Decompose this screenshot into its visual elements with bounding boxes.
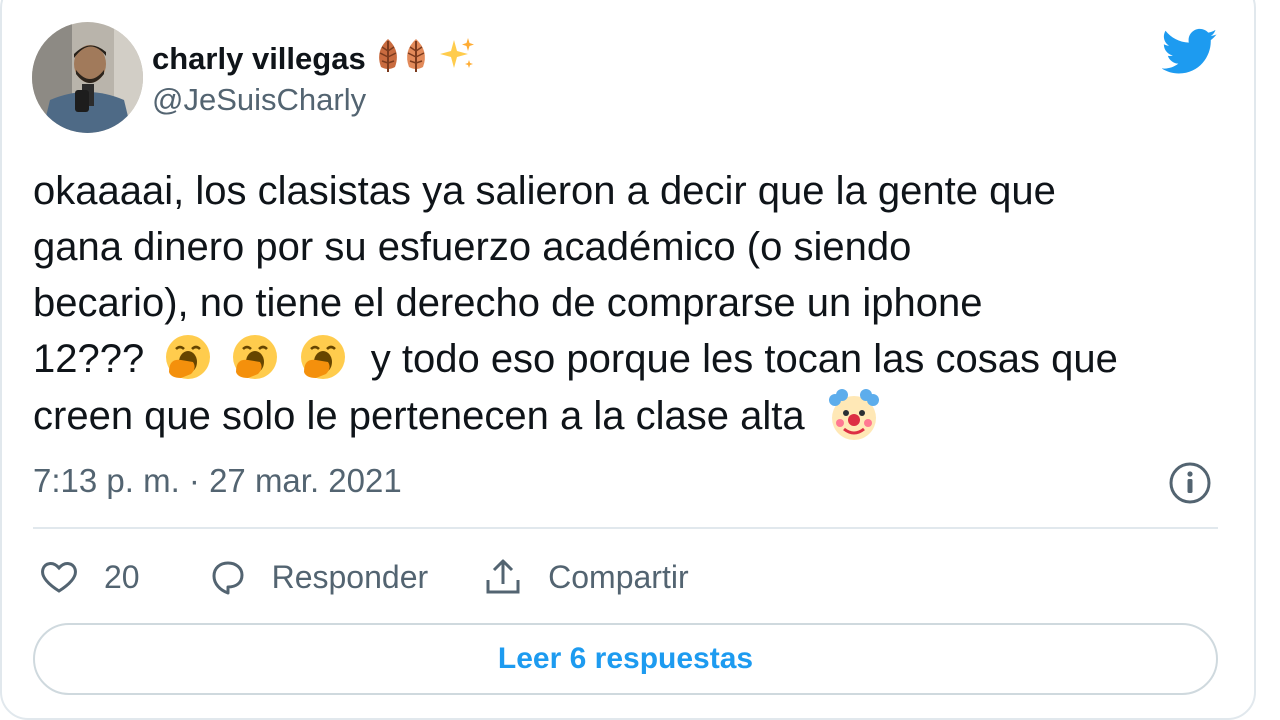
tweet-line-emoji: 12??? y todo eso porque les tocan las co… (33, 331, 1233, 387)
divider (33, 527, 1218, 529)
tweet-timestamp[interactable]: 7:13 p. m. · 27 mar. 2021 (33, 462, 402, 500)
author-name-text: charly villegas (152, 41, 366, 76)
tweet-line-segment: creen que solo le pertenecen a la clase … (33, 394, 805, 438)
tweet-line-segment: y todo eso porque les tocan las cosas qu… (370, 337, 1118, 381)
tweet-line: okaaaai, los clasistas ya salieron a dec… (33, 169, 1056, 213)
read-replies-button[interactable]: Leer 6 respuestas (33, 623, 1218, 695)
heart-icon (41, 562, 77, 593)
tweet-line-emoji: creen que solo le pertenecen a la clase … (33, 387, 1233, 444)
author-handle[interactable]: @JeSuisCharly (152, 82, 366, 118)
reply-label: Responder (271, 558, 429, 595)
share-button[interactable]: Compartir (482, 556, 689, 598)
reply-button[interactable]: Responder (206, 556, 429, 598)
tweet-text: okaaaai, los clasistas ya salieron a dec… (33, 163, 1233, 444)
sparkles-emoji (438, 36, 476, 82)
clown-face-emoji (828, 389, 879, 440)
tweet-actions: 20 Responder Compartir (38, 553, 689, 601)
leaf-emoji (402, 37, 430, 81)
like-button[interactable]: 20 (38, 556, 140, 598)
tweet-line-segment: 12??? (33, 337, 145, 381)
yawning-face-emoji (233, 335, 278, 379)
leaf-emoji (374, 37, 402, 81)
tweet-line: becario), no tiene el derecho de comprar… (33, 281, 983, 325)
like-count: 20 (104, 558, 140, 595)
yawning-face-emoji (166, 335, 211, 379)
share-label: Compartir (548, 558, 689, 595)
share-icon (486, 559, 520, 594)
info-icon[interactable] (1168, 461, 1212, 505)
reply-bubble-icon (212, 561, 244, 595)
tweet-line: gana dinero por su esfuerzo académico (o… (33, 225, 912, 269)
twitter-bird-icon[interactable] (1161, 28, 1218, 76)
read-replies-label: Leer 6 respuestas (497, 642, 754, 675)
avatar[interactable] (32, 22, 143, 133)
author-name[interactable]: charly villegas (152, 36, 476, 82)
yawning-face-emoji (300, 335, 345, 379)
